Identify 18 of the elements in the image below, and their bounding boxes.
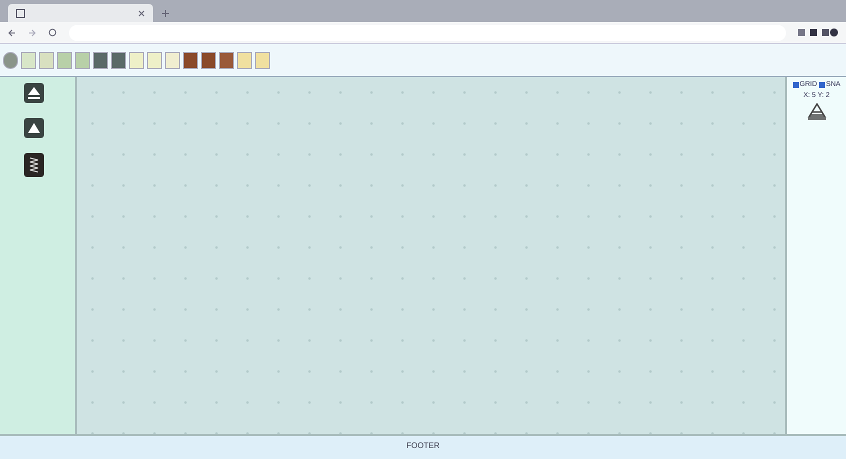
checkbox[interactable] bbox=[792, 82, 799, 88]
back-icon[interactable] bbox=[8, 28, 16, 36]
plus-icon[interactable] bbox=[161, 9, 170, 18]
page-icon bbox=[16, 8, 25, 18]
spring-icon[interactable] bbox=[24, 153, 44, 177]
tool-button[interactable] bbox=[219, 52, 234, 68]
checkbox[interactable] bbox=[819, 82, 826, 88]
tool-button[interactable] bbox=[111, 52, 126, 68]
footer-text: FOOTER bbox=[406, 440, 440, 452]
tool-button[interactable] bbox=[3, 52, 18, 68]
tool-button[interactable] bbox=[93, 52, 108, 68]
eject-icon[interactable] bbox=[24, 83, 44, 103]
reload-icon[interactable] bbox=[48, 28, 57, 37]
tool-button[interactable] bbox=[183, 52, 198, 68]
stack-icon[interactable] bbox=[806, 103, 826, 121]
close-icon[interactable] bbox=[138, 10, 145, 16]
extensions-icon[interactable] bbox=[798, 28, 838, 37]
tool-button[interactable] bbox=[201, 52, 216, 68]
